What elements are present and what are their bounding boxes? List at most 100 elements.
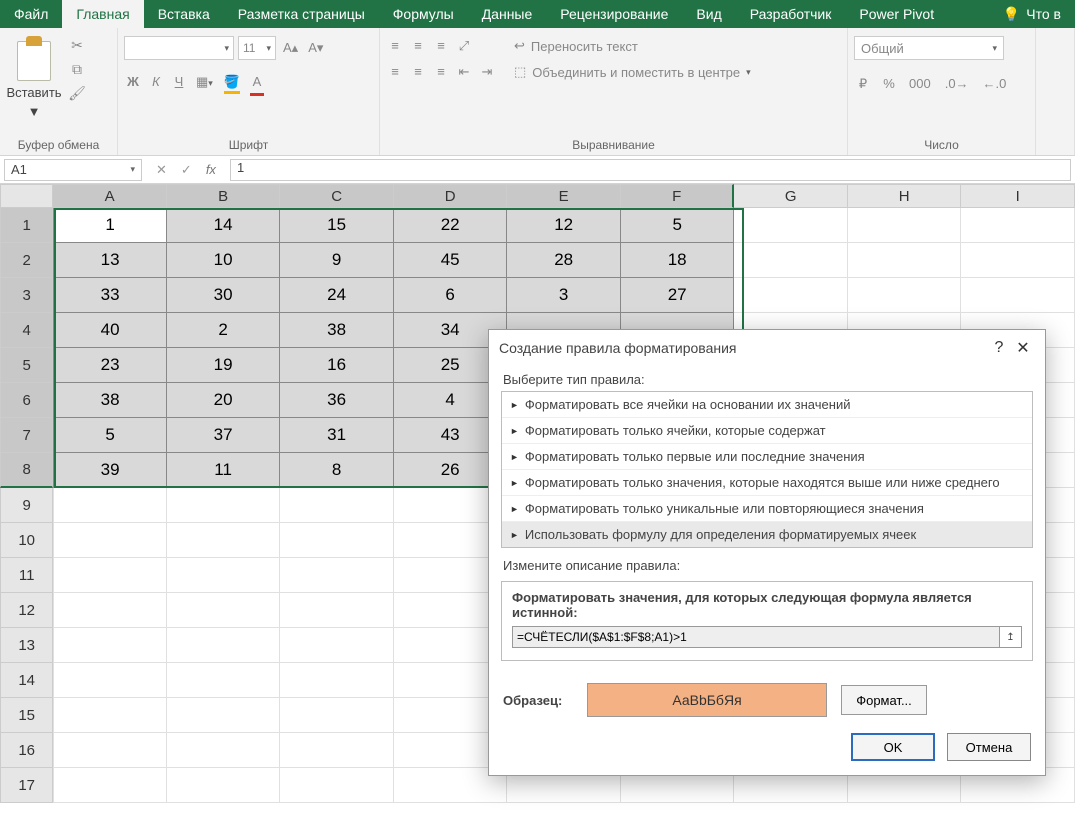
rule-type-item-2[interactable]: ►Форматировать только первые или последн… bbox=[502, 443, 1032, 469]
cell-B7[interactable]: 37 bbox=[167, 418, 281, 453]
cell-C1[interactable]: 15 bbox=[280, 208, 394, 243]
tab-developer[interactable]: Разработчик bbox=[736, 0, 846, 28]
percent-icon[interactable]: % bbox=[880, 74, 898, 94]
cell-B9[interactable] bbox=[167, 488, 281, 523]
orientation-icon[interactable]: ⤢ bbox=[455, 36, 473, 56]
cell-B10[interactable] bbox=[167, 523, 281, 558]
cell-C13[interactable] bbox=[280, 628, 394, 663]
tab-file[interactable]: Файл bbox=[0, 0, 62, 28]
cell-E3[interactable]: 3 bbox=[507, 278, 621, 313]
cell-A16[interactable] bbox=[53, 733, 167, 768]
cell-B11[interactable] bbox=[167, 558, 281, 593]
cell-A7[interactable]: 5 bbox=[53, 418, 167, 453]
cell-D2[interactable]: 45 bbox=[394, 243, 508, 278]
cell-B1[interactable]: 14 bbox=[167, 208, 281, 243]
cell-E1[interactable]: 12 bbox=[507, 208, 621, 243]
range-picker-icon[interactable]: ↥ bbox=[1000, 626, 1022, 648]
cell-I2[interactable] bbox=[961, 243, 1075, 278]
row-header-16[interactable]: 16 bbox=[0, 733, 53, 768]
cell-A17[interactable] bbox=[53, 768, 167, 803]
help-icon[interactable]: ? bbox=[987, 339, 1011, 357]
col-header-F[interactable]: F bbox=[621, 184, 735, 208]
cell-A15[interactable] bbox=[53, 698, 167, 733]
cell-C7[interactable]: 31 bbox=[280, 418, 394, 453]
align-top-icon[interactable]: ≡ bbox=[386, 36, 404, 56]
currency-icon[interactable]: ₽ bbox=[854, 74, 872, 94]
fill-color-button[interactable]: 🪣 bbox=[221, 72, 243, 96]
cell-C14[interactable] bbox=[280, 663, 394, 698]
col-header-D[interactable]: D bbox=[394, 184, 508, 208]
cell-I1[interactable] bbox=[961, 208, 1075, 243]
thousands-icon[interactable]: 000 bbox=[906, 74, 934, 94]
col-header-C[interactable]: C bbox=[280, 184, 394, 208]
col-header-B[interactable]: B bbox=[167, 184, 281, 208]
rule-type-item-0[interactable]: ►Форматировать все ячейки на основании и… bbox=[502, 392, 1032, 417]
tab-insert[interactable]: Вставка bbox=[144, 0, 224, 28]
cell-C12[interactable] bbox=[280, 593, 394, 628]
cell-A3[interactable]: 33 bbox=[53, 278, 167, 313]
close-icon[interactable]: ✕ bbox=[1011, 338, 1035, 358]
cell-A1[interactable]: 1 bbox=[53, 208, 167, 243]
row-header-10[interactable]: 10 bbox=[0, 523, 53, 558]
cell-B15[interactable] bbox=[167, 698, 281, 733]
fx-icon[interactable]: fx bbox=[206, 162, 216, 177]
tab-data[interactable]: Данные bbox=[468, 0, 547, 28]
decrease-decimal-icon[interactable]: ←.0 bbox=[980, 74, 1010, 94]
cell-A13[interactable] bbox=[53, 628, 167, 663]
indent-decrease-icon[interactable]: ⇤ bbox=[455, 62, 473, 82]
cell-B4[interactable]: 2 bbox=[167, 313, 281, 348]
row-header-1[interactable]: 1 bbox=[0, 208, 53, 243]
cell-D3[interactable]: 6 bbox=[394, 278, 508, 313]
cell-A12[interactable] bbox=[53, 593, 167, 628]
tab-home[interactable]: Главная bbox=[62, 0, 143, 28]
cell-A2[interactable]: 13 bbox=[53, 243, 167, 278]
cell-C2[interactable]: 9 bbox=[280, 243, 394, 278]
cell-G2[interactable] bbox=[734, 243, 848, 278]
format-button[interactable]: Формат... bbox=[841, 685, 927, 715]
name-box[interactable]: A1▾ bbox=[4, 159, 142, 181]
rule-type-item-3[interactable]: ►Форматировать только значения, которые … bbox=[502, 469, 1032, 495]
decrease-font-icon[interactable]: A▾ bbox=[305, 38, 326, 58]
rule-type-item-5[interactable]: ►Использовать формулу для определения фо… bbox=[502, 521, 1032, 547]
cell-C9[interactable] bbox=[280, 488, 394, 523]
cell-A4[interactable]: 40 bbox=[53, 313, 167, 348]
align-middle-icon[interactable]: ≡ bbox=[409, 36, 427, 56]
tab-formulas[interactable]: Формулы bbox=[379, 0, 468, 28]
cell-B2[interactable]: 10 bbox=[167, 243, 281, 278]
row-header-3[interactable]: 3 bbox=[0, 278, 53, 313]
font-color-button[interactable]: A bbox=[248, 72, 266, 96]
rule-type-item-1[interactable]: ►Форматировать только ячейки, которые со… bbox=[502, 417, 1032, 443]
align-center-icon[interactable]: ≡ bbox=[409, 62, 427, 82]
cell-H3[interactable] bbox=[848, 278, 962, 313]
merge-center-button[interactable]: ⬚Объединить и поместить в центре▾ bbox=[510, 62, 755, 82]
cell-H1[interactable] bbox=[848, 208, 962, 243]
cell-C5[interactable]: 16 bbox=[280, 348, 394, 383]
cell-B12[interactable] bbox=[167, 593, 281, 628]
increase-font-icon[interactable]: A▴ bbox=[280, 38, 301, 58]
formula-input[interactable]: 1 bbox=[230, 159, 1071, 181]
cell-B14[interactable] bbox=[167, 663, 281, 698]
number-format-select[interactable]: Общий▾ bbox=[854, 36, 1004, 60]
row-header-2[interactable]: 2 bbox=[0, 243, 53, 278]
font-name-select[interactable]: ▾ bbox=[124, 36, 234, 60]
row-header-12[interactable]: 12 bbox=[0, 593, 53, 628]
tab-powerpivot[interactable]: Power Pivot bbox=[845, 0, 948, 28]
cell-C8[interactable]: 8 bbox=[280, 453, 394, 488]
tab-tellme[interactable]: 💡Что в bbox=[995, 0, 1075, 28]
row-header-17[interactable]: 17 bbox=[0, 768, 53, 803]
cell-I3[interactable] bbox=[961, 278, 1075, 313]
cell-A9[interactable] bbox=[53, 488, 167, 523]
underline-button[interactable]: Ч bbox=[170, 72, 188, 96]
row-header-13[interactable]: 13 bbox=[0, 628, 53, 663]
align-left-icon[interactable]: ≡ bbox=[386, 62, 404, 82]
cut-icon[interactable]: ✂ bbox=[68, 36, 86, 54]
row-header-7[interactable]: 7 bbox=[0, 418, 53, 453]
col-header-G[interactable]: G bbox=[734, 184, 848, 208]
increase-decimal-icon[interactable]: .0→ bbox=[942, 74, 972, 94]
cell-D1[interactable]: 22 bbox=[394, 208, 508, 243]
cell-C16[interactable] bbox=[280, 733, 394, 768]
ok-button[interactable]: OK bbox=[851, 733, 935, 761]
cell-F2[interactable]: 18 bbox=[621, 243, 735, 278]
tab-review[interactable]: Рецензирование bbox=[546, 0, 682, 28]
row-header-6[interactable]: 6 bbox=[0, 383, 53, 418]
